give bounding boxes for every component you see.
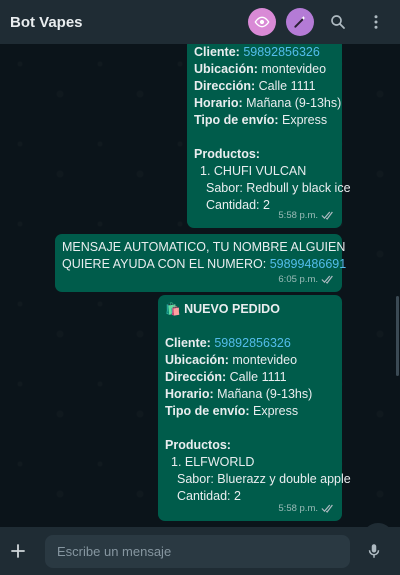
location-value: montevideo — [232, 353, 298, 367]
products-label: Productos: — [194, 147, 260, 161]
client-label: Cliente: — [194, 45, 240, 59]
message-meta: 5:58 p.m. — [278, 207, 335, 224]
message-meta: 5:58 p.m. — [278, 500, 335, 517]
more-vert-icon — [374, 15, 378, 29]
schedule-label: Horario: — [194, 96, 243, 110]
double-check-icon — [321, 275, 335, 284]
magic-wand-button[interactable] — [286, 8, 314, 36]
address-value: Calle 1111 — [258, 79, 316, 93]
location-label: Ubicación: — [165, 353, 229, 367]
shipping-label: Tipo de envío: — [194, 113, 279, 127]
microphone-icon — [368, 544, 380, 558]
products-label: Productos: — [165, 438, 231, 452]
product-item: 1. CHUFI VULCAN — [200, 164, 307, 178]
message-bubble[interactable]: 🛍️ NUEVO PEDIDO Cliente: 59892856326 Ubi… — [158, 295, 351, 521]
client-label: Cliente: — [165, 336, 211, 350]
location-label: Ubicación: — [194, 62, 258, 76]
chat-area[interactable]: Cliente: 59892856326 Ubicación: montevid… — [0, 44, 400, 527]
menu-button[interactable] — [362, 8, 390, 36]
chat-header: Bot Vapes — [0, 0, 400, 44]
composer-bar — [0, 527, 400, 575]
chat-title[interactable]: Bot Vapes — [10, 14, 248, 31]
product-flavor: Sabor: Bluerazz y double apple — [177, 472, 351, 486]
schedule-value: Mañana (9-13hs) — [217, 387, 313, 401]
shipping-value: Express — [281, 113, 328, 127]
phone-link[interactable]: 59899486691 — [270, 257, 346, 271]
message-bubble[interactable]: MENSAJE AUTOMATICO, TU NOMBRE ALGUIEN QU… — [55, 234, 346, 292]
shipping-label: Tipo de envío: — [165, 404, 250, 418]
schedule-value: Mañana (9-13hs) — [246, 96, 342, 110]
magic-wand-icon — [294, 16, 306, 28]
message-time: 6:05 p.m. — [278, 274, 318, 285]
message-bubble[interactable]: Cliente: 59892856326 Ubicación: montevid… — [187, 44, 351, 228]
eye-icon — [254, 16, 270, 28]
location-value: montevideo — [261, 62, 327, 76]
address-label: Dirección: — [194, 79, 256, 93]
search-button[interactable] — [324, 8, 352, 36]
address-value: Calle 1111 — [229, 370, 287, 384]
scrollbar[interactable] — [396, 296, 399, 376]
message-meta: 6:05 p.m. — [278, 271, 335, 288]
product-item: 1. ELFWORLD — [171, 455, 255, 469]
message-time: 5:58 p.m. — [278, 210, 318, 221]
client-phone-link[interactable]: 59892856326 — [243, 45, 319, 59]
attach-button[interactable] — [6, 539, 30, 563]
microphone-button[interactable] — [362, 539, 386, 563]
message-input[interactable] — [45, 535, 350, 568]
shopping-bag-icon: 🛍️ — [165, 302, 181, 316]
address-label: Dirección: — [165, 370, 227, 384]
eye-button[interactable] — [248, 8, 276, 36]
double-check-icon — [321, 211, 335, 220]
shipping-value: Express — [252, 404, 299, 418]
schedule-label: Horario: — [165, 387, 214, 401]
message-text-line: QUIERE AYUDA CON EL NUMERO: — [62, 257, 267, 271]
order-heading: NUEVO PEDIDO — [184, 302, 280, 316]
search-icon — [331, 15, 345, 29]
client-phone-link[interactable]: 59892856326 — [214, 336, 290, 350]
product-flavor: Sabor: Redbull y black ice — [206, 181, 351, 195]
message-text-line: MENSAJE AUTOMATICO, TU NOMBRE ALGUIEN — [62, 240, 346, 254]
double-check-icon — [321, 504, 335, 513]
message-time: 5:58 p.m. — [278, 503, 318, 514]
plus-icon — [11, 544, 25, 558]
